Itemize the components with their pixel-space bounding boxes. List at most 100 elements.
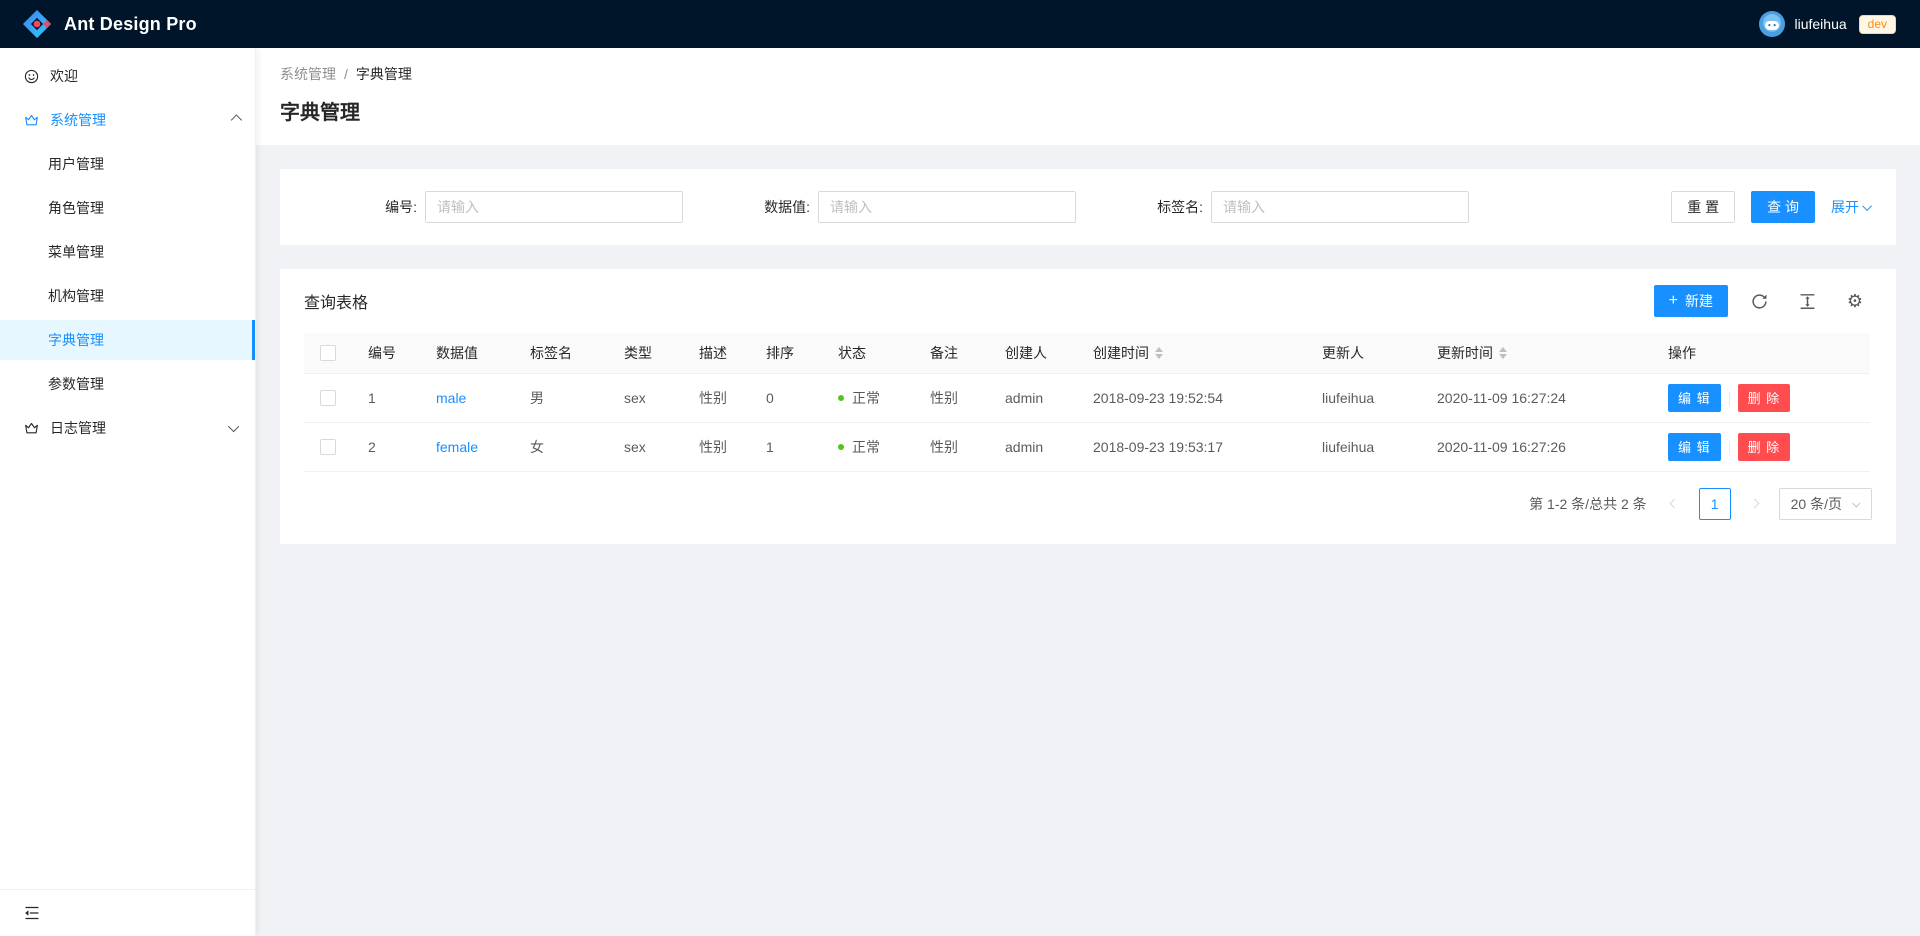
- env-badge: dev: [1859, 15, 1896, 34]
- query-button[interactable]: 查 询: [1751, 191, 1815, 223]
- tag-input[interactable]: [1211, 191, 1469, 223]
- row-checkbox[interactable]: [320, 390, 336, 406]
- user-menu[interactable]: liufeihua: [1759, 11, 1846, 37]
- density-icon[interactable]: [1790, 285, 1824, 317]
- table-title: 查询表格: [304, 289, 368, 313]
- cell-tag: 女: [514, 422, 608, 471]
- table-header-row: 编号 数据值 标签名 类型 描述 排序 状态 备注 创建人 创建时间: [304, 333, 1870, 373]
- sidebar-item-dicts[interactable]: 字典管理: [0, 320, 255, 360]
- chevron-down-icon: [231, 424, 239, 432]
- sidebar-collapse-trigger[interactable]: [0, 889, 255, 936]
- delete-button[interactable]: 删 除: [1738, 384, 1791, 412]
- cell-update-time: 2020-11-09 16:27:26: [1421, 422, 1652, 471]
- sidebar-item-label: 系统管理: [50, 110, 106, 130]
- edit-button[interactable]: 编 辑: [1668, 384, 1721, 412]
- id-input[interactable]: [425, 191, 683, 223]
- delete-button[interactable]: 删 除: [1738, 433, 1791, 461]
- sidebar-item-label: 机构管理: [48, 286, 104, 306]
- sidebar-item-label: 角色管理: [48, 198, 104, 218]
- page-number-1[interactable]: 1: [1699, 488, 1731, 520]
- sidebar: 欢迎 系统管理 用户管理 角色管理 菜单管理: [0, 48, 256, 936]
- sort-create-time[interactable]: 创建时间: [1093, 343, 1163, 363]
- col-type: 类型: [608, 333, 683, 373]
- search-field-tag: 标签名:: [1090, 191, 1483, 223]
- sidebar-item-logs[interactable]: 日志管理: [0, 408, 255, 448]
- cell-remark: 性别: [914, 373, 989, 422]
- user-name: liufeihua: [1794, 16, 1846, 32]
- settings-gear-icon[interactable]: ⚙: [1838, 285, 1872, 317]
- col-tag: 标签名: [514, 333, 608, 373]
- prev-page-button[interactable]: [1661, 488, 1689, 520]
- sidebar-item-label: 欢迎: [50, 66, 78, 86]
- sidebar-item-menus[interactable]: 菜单管理: [0, 232, 255, 272]
- col-actions: 操作: [1652, 333, 1870, 373]
- sidebar-item-roles[interactable]: 角色管理: [0, 188, 255, 228]
- smile-icon: [24, 69, 39, 84]
- col-updater: 更新人: [1306, 333, 1421, 373]
- reset-button[interactable]: 重 置: [1671, 191, 1735, 223]
- cell-updater: liufeihua: [1306, 373, 1421, 422]
- cell-updater: liufeihua: [1306, 422, 1421, 471]
- main-content: 系统管理 / 字典管理 字典管理 编号: 数据值: 标签名:: [256, 48, 1920, 936]
- value-input[interactable]: [818, 191, 1076, 223]
- logo[interactable]: Ant Design Pro: [22, 9, 197, 39]
- menu-fold-icon: [24, 905, 40, 921]
- field-label: 标签名:: [1157, 197, 1203, 217]
- sidebar-item-welcome[interactable]: 欢迎: [0, 56, 255, 96]
- reload-icon[interactable]: [1742, 285, 1776, 317]
- new-button[interactable]: + 新建: [1654, 285, 1728, 317]
- search-field-value: 数据值:: [697, 191, 1090, 223]
- crown-icon: [24, 421, 39, 436]
- row-checkbox[interactable]: [320, 439, 336, 455]
- cell-create-time: 2018-09-23 19:52:54: [1077, 373, 1306, 422]
- sidebar-submenu-system: 用户管理 角色管理 菜单管理 机构管理 字典管理 参数管理: [0, 144, 255, 404]
- chevron-down-icon: [1852, 499, 1860, 507]
- sidebar-item-orgs[interactable]: 机构管理: [0, 276, 255, 316]
- cell-id: 1: [352, 373, 420, 422]
- sidebar-menu: 欢迎 系统管理 用户管理 角色管理 菜单管理: [0, 48, 255, 889]
- sort-update-time[interactable]: 更新时间: [1437, 343, 1507, 363]
- edit-button[interactable]: 编 辑: [1668, 433, 1721, 461]
- search-form: 编号: 数据值: 标签名: 重 置 查 询 展开: [280, 169, 1896, 245]
- breadcrumb-separator: /: [344, 66, 348, 82]
- ant-design-logo-icon: [22, 9, 52, 39]
- cell-desc: 性别: [683, 422, 750, 471]
- search-field-id: 编号:: [304, 191, 697, 223]
- table-row: 2 female 女 sex 性别 1 正常 性别 admin 2018-09-…: [304, 422, 1870, 471]
- sidebar-item-label: 菜单管理: [48, 242, 104, 262]
- cell-update-time: 2020-11-09 16:27:24: [1421, 373, 1652, 422]
- select-all-checkbox[interactable]: [320, 345, 336, 361]
- avatar: [1759, 11, 1785, 37]
- expand-toggle[interactable]: 展开: [1831, 197, 1872, 217]
- cell-type: sex: [608, 373, 683, 422]
- col-creator: 创建人: [989, 333, 1077, 373]
- sidebar-item-users[interactable]: 用户管理: [0, 144, 255, 184]
- chevron-down-icon: [1862, 201, 1872, 211]
- cell-value-link[interactable]: male: [436, 390, 466, 406]
- sidebar-item-label: 字典管理: [48, 330, 104, 350]
- page-header: 系统管理 / 字典管理 字典管理: [256, 48, 1920, 145]
- sidebar-item-label: 参数管理: [48, 374, 104, 394]
- sidebar-item-params[interactable]: 参数管理: [0, 364, 255, 404]
- cell-value-link[interactable]: female: [436, 439, 478, 455]
- status-dot-icon: [838, 395, 844, 401]
- field-label: 数据值:: [764, 197, 810, 217]
- cell-sort: 0: [750, 373, 822, 422]
- sidebar-item-system[interactable]: 系统管理: [0, 100, 255, 140]
- breadcrumb: 系统管理 / 字典管理: [280, 64, 1896, 84]
- page-size-select[interactable]: 20 条/页: [1779, 488, 1872, 520]
- sorter-icon: [1155, 347, 1163, 359]
- cell-tag: 男: [514, 373, 608, 422]
- action-divider: [1729, 441, 1730, 455]
- expand-label: 展开: [1831, 197, 1859, 217]
- dictionary-table: 编号 数据值 标签名 类型 描述 排序 状态 备注 创建人 创建时间: [304, 333, 1870, 472]
- sidebar-item-label: 日志管理: [50, 418, 106, 438]
- cell-creator: admin: [989, 422, 1077, 471]
- col-value: 数据值: [420, 333, 514, 373]
- breadcrumb-parent[interactable]: 系统管理: [280, 64, 336, 84]
- cell-sort: 1: [750, 422, 822, 471]
- crown-icon: [24, 113, 39, 128]
- next-page-button[interactable]: [1741, 488, 1769, 520]
- pagination: 第 1-2 条/总共 2 条 1 20 条/页: [304, 488, 1872, 520]
- status-badge: 正常: [838, 437, 880, 457]
